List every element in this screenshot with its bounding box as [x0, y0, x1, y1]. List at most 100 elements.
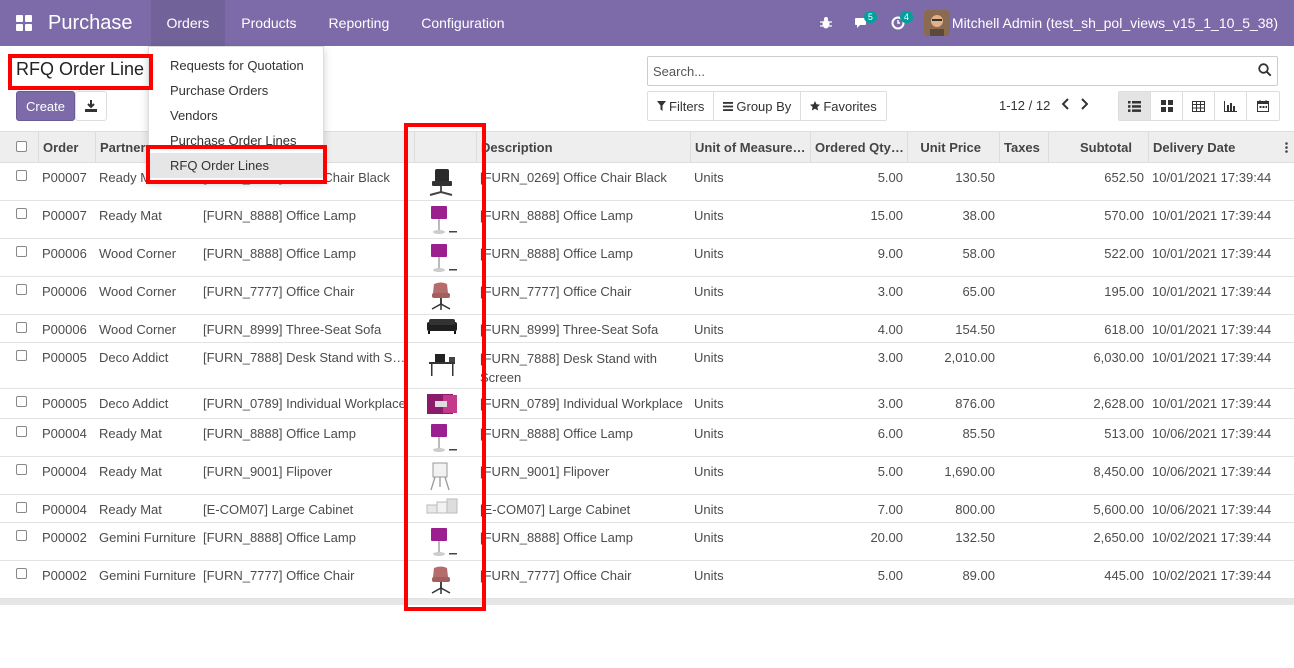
cell-subtotal: 513.00	[1104, 426, 1144, 441]
table-row[interactable]: P00007 Ready Mat [FURN_8888] Office Lamp [F…	[0, 201, 1294, 239]
table-row[interactable]: P00004 Ready Mat [FURN_9001] Flipover [FURN…	[0, 457, 1294, 495]
cell-delivery-date: 10/01/2021 17:39:44	[1152, 284, 1272, 299]
menu-reporting[interactable]: Reporting	[313, 0, 406, 46]
avatar	[923, 10, 950, 36]
activity-clock-icon[interactable]: 4	[880, 0, 916, 46]
cell-unit-price: 154.50	[955, 322, 995, 337]
product-image-lamp	[425, 243, 465, 273]
pivot-view-icon[interactable]	[1183, 92, 1215, 120]
row-checkbox[interactable]	[16, 170, 27, 181]
cell-subtotal: 6,030.00	[1093, 350, 1144, 365]
cell-uom: Units	[694, 568, 724, 583]
group-by-button[interactable]: Group By	[714, 92, 802, 120]
col-delivery-date[interactable]: Delivery Date	[1148, 132, 1278, 162]
table-row[interactable]: P00006 Wood Corner [FURN_8999] Three-Seat …	[0, 315, 1294, 343]
menu-vendors[interactable]: Vendors	[149, 103, 323, 128]
table-row[interactable]: P00006 Wood Corner [FURN_8888] Office Lamp…	[0, 239, 1294, 277]
app-name[interactable]: Purchase	[48, 12, 133, 35]
cell-qty: 9.00	[877, 246, 903, 261]
row-checkbox[interactable]	[16, 208, 27, 219]
view-switcher	[1118, 91, 1280, 121]
col-unit-price[interactable]: Unit Price	[907, 132, 999, 162]
chevron-left-icon[interactable]	[1062, 98, 1070, 110]
cell-product: [FURN_8999] Three-Seat Sofa	[203, 322, 382, 337]
chevron-right-icon[interactable]	[1080, 98, 1088, 110]
cell-unit-price: 132.50	[955, 530, 995, 545]
cell-qty: 4.00	[877, 322, 903, 337]
row-checkbox[interactable]	[16, 426, 27, 437]
row-checkbox[interactable]	[16, 502, 27, 513]
pager-value[interactable]: 1-12 / 12	[999, 98, 1050, 113]
menu-products[interactable]: Products	[225, 0, 312, 46]
table-row[interactable]: P00005 Deco Addict [FURN_0789] Individual …	[0, 389, 1294, 419]
cell-uom: Units	[694, 426, 724, 441]
cell-unit-price: 58.00	[962, 246, 995, 261]
cell-uom: Units	[694, 208, 724, 223]
row-checkbox[interactable]	[16, 464, 27, 475]
calendar-view-icon[interactable]	[1247, 92, 1279, 120]
row-checkbox[interactable]	[16, 350, 27, 361]
cell-qty: 15.00	[870, 208, 903, 223]
menu-purchase-order-lines[interactable]: Purchase Order Lines	[149, 128, 323, 153]
cell-order: P00007	[42, 170, 87, 185]
search-bar	[647, 56, 1278, 86]
select-all-checkbox[interactable]	[16, 141, 27, 152]
cell-qty: 20.00	[870, 530, 903, 545]
create-button[interactable]: Create	[16, 91, 75, 121]
page-title: RFQ Order Line	[16, 59, 145, 79]
row-checkbox[interactable]	[16, 284, 27, 295]
col-uom[interactable]: Unit of Measure…	[690, 132, 810, 162]
cell-product: [FURN_8888] Office Lamp	[203, 208, 356, 223]
table-row[interactable]: P00002 Gemini Furniture [FURN_7777] Office…	[0, 561, 1294, 599]
favorites-button[interactable]: Favorites	[801, 92, 885, 120]
cell-delivery-date: 10/01/2021 17:39:44	[1152, 322, 1272, 337]
cell-qty: 5.00	[877, 464, 903, 479]
search-icon[interactable]	[1258, 63, 1272, 80]
cell-uom: Units	[694, 502, 724, 517]
filters-button[interactable]: Filters	[648, 92, 715, 120]
user-menu[interactable]: Mitchell Admin (test_sh_pol_views_v15_1_…	[916, 10, 1294, 36]
cell-delivery-date: 10/02/2021 17:39:44	[1152, 530, 1272, 545]
search-input[interactable]	[648, 57, 1248, 85]
apps-menu-icon[interactable]	[0, 0, 48, 46]
chat-badge: 5	[863, 11, 877, 23]
table-row[interactable]: P00005 Deco Addict [FURN_7888] Desk Stand …	[0, 343, 1294, 389]
row-checkbox[interactable]	[16, 568, 27, 579]
messaging-chat-icon[interactable]: 5	[844, 0, 880, 46]
cell-partner: Wood Corner	[99, 246, 177, 261]
cell-uom: Units	[694, 284, 724, 299]
col-subtotal[interactable]: Subtotal	[1048, 132, 1148, 162]
debug-bug-icon[interactable]	[808, 0, 844, 46]
row-checkbox[interactable]	[16, 322, 27, 333]
cell-uom: Units	[694, 464, 724, 479]
list-view-icon[interactable]	[1119, 92, 1151, 120]
cell-description: [FURN_9001] Flipover	[480, 464, 610, 479]
optional-columns-icon[interactable]	[1278, 132, 1294, 162]
cell-product: [FURN_7888] Desk Stand with S…	[203, 350, 406, 365]
product-image-lamp	[425, 205, 465, 235]
row-checkbox[interactable]	[16, 396, 27, 407]
filter-icon	[657, 101, 666, 111]
row-checkbox[interactable]	[16, 530, 27, 541]
col-order[interactable]: Order	[38, 132, 95, 162]
menu-requests-for-quotation[interactable]: Requests for Quotation	[149, 53, 323, 78]
table-row[interactable]: P00004 Ready Mat [E-COM07] Large Cabinet [E…	[0, 495, 1294, 523]
col-description[interactable]: Description	[476, 132, 690, 162]
col-taxes[interactable]: Taxes	[999, 132, 1048, 162]
row-checkbox[interactable]	[16, 246, 27, 257]
table-row[interactable]: P00006 Wood Corner [FURN_7777] Office Chai…	[0, 277, 1294, 315]
table-row[interactable]: P00002 Gemini Furniture [FURN_8888] Office…	[0, 523, 1294, 561]
cell-subtotal: 195.00	[1104, 284, 1144, 299]
table-row[interactable]: P00004 Ready Mat [FURN_8888] Office Lamp [F…	[0, 419, 1294, 457]
menu-configuration[interactable]: Configuration	[405, 0, 520, 46]
kanban-view-icon[interactable]	[1151, 92, 1183, 120]
top-navbar: Purchase Orders Products Reporting Confi…	[0, 0, 1294, 46]
download-button[interactable]	[75, 91, 107, 121]
menu-rfq-order-lines[interactable]: RFQ Order Lines	[149, 153, 323, 178]
menu-purchase-orders[interactable]: Purchase Orders	[149, 78, 323, 103]
col-image[interactable]	[414, 132, 476, 162]
graph-view-icon[interactable]	[1215, 92, 1247, 120]
menu-orders[interactable]: Orders	[150, 0, 226, 46]
col-ordered-qty[interactable]: Ordered Qty…	[810, 132, 907, 162]
cell-uom: Units	[694, 350, 724, 365]
